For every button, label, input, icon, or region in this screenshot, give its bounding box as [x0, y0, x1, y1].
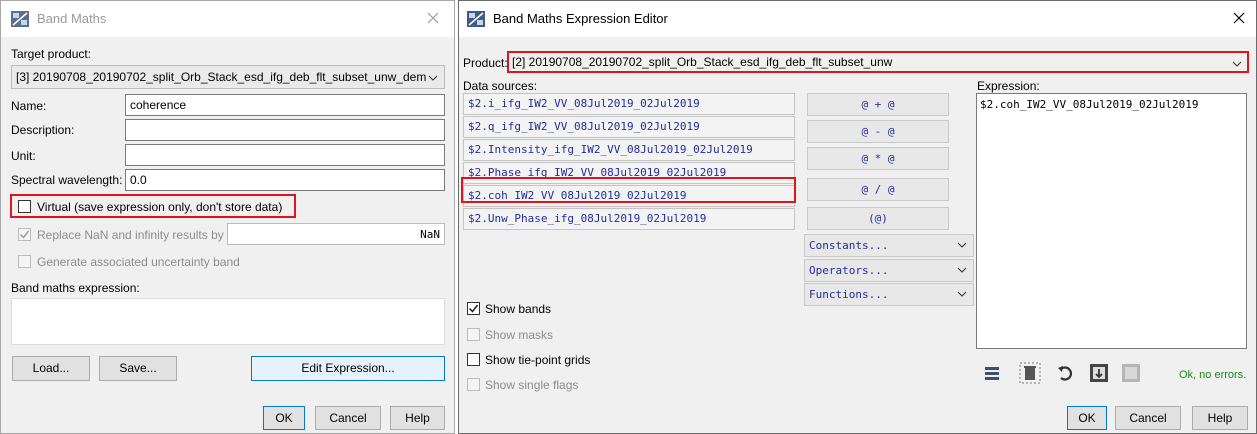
- spectral-wavelength-field[interactable]: 0.0: [125, 169, 445, 191]
- operators-label: Operators...: [809, 264, 889, 277]
- name-value: coherence: [130, 98, 187, 112]
- cancel-label: Cancel: [329, 411, 367, 425]
- spectral-wavelength-label: Spectral wavelength:: [11, 173, 123, 187]
- expression-editor-label: Expression:: [977, 79, 1040, 93]
- band-maths-app-icon: [11, 11, 29, 27]
- editor-help-button[interactable]: Help: [1192, 406, 1248, 430]
- show-masks-label: Show masks: [485, 328, 554, 342]
- help-label: Help: [405, 411, 430, 425]
- import-icon[interactable]: [1088, 362, 1110, 384]
- target-product-value: [3] 20190708_20190702_split_Orb_Stack_es…: [16, 70, 427, 84]
- close-icon[interactable]: [1231, 10, 1247, 26]
- name-field[interactable]: coherence: [125, 94, 445, 116]
- replace-nan-label: Replace NaN and infinity results by: [37, 228, 224, 242]
- functions-label: Functions...: [809, 288, 889, 301]
- checkmark-icon: [468, 304, 479, 313]
- expression-editor-dialog: Band Maths Expression Editor Product: [2…: [458, 0, 1257, 434]
- virtual-label: Virtual (save expression only, don't sto…: [37, 200, 283, 214]
- load-button[interactable]: Load...: [12, 356, 90, 381]
- ok-label: OK: [275, 411, 293, 425]
- band-maths-dialog: Band Maths Target product: [3] 20190708_…: [0, 0, 455, 434]
- name-label: Name:: [11, 99, 47, 113]
- load-button-label: Load...: [32, 361, 70, 375]
- replace-nan-field[interactable]: NaN: [227, 223, 445, 245]
- show-tiepoint-label: Show tie-point grids: [485, 353, 591, 367]
- checkmark-icon: [19, 230, 30, 239]
- constants-label: Constants...: [809, 239, 889, 252]
- replace-nan-checkbox[interactable]: [18, 228, 31, 241]
- description-label: Description:: [11, 123, 75, 137]
- expression-area[interactable]: [11, 298, 445, 345]
- data-source-item[interactable]: $2.i_ifg_IW2_VV_08Jul2019_02Jul2019: [463, 93, 795, 115]
- save-button-label: Save...: [119, 361, 157, 375]
- multiply-operator-button[interactable]: @ * @: [807, 147, 949, 170]
- product-value: [2] 20190708_20190702_split_Orb_Stack_es…: [512, 55, 893, 69]
- editor-ok-button[interactable]: OK: [1067, 406, 1107, 430]
- data-sources-label: Data sources:: [463, 79, 538, 93]
- product-select[interactable]: [2] 20190708_20190702_split_Orb_Stack_es…: [510, 53, 1246, 71]
- history-icon[interactable]: [983, 364, 1003, 384]
- spectral-wavelength-value: 0.0: [130, 173, 147, 187]
- target-product-select[interactable]: [3] 20190708_20190702_split_Orb_Stack_es…: [11, 65, 445, 89]
- uncertainty-label: Generate associated uncertainty band: [37, 255, 240, 269]
- editor-help-label: Help: [1207, 411, 1233, 425]
- help-button[interactable]: Help: [390, 406, 445, 430]
- chevron-down-icon: [957, 285, 967, 306]
- edit-expression-button[interactable]: Edit Expression...: [251, 356, 445, 381]
- chevron-down-icon: [428, 72, 438, 86]
- editor-window-title: Band Maths Expression Editor: [493, 11, 668, 26]
- chevron-down-icon: [957, 236, 967, 257]
- delete-icon[interactable]: [1019, 362, 1041, 384]
- unit-label: Unit:: [11, 149, 36, 163]
- editor-ok-label: OK: [1078, 411, 1096, 425]
- status-text: Ok, no errors.: [1179, 369, 1247, 381]
- add-operator-button[interactable]: @ + @: [807, 93, 949, 116]
- data-source-item[interactable]: $2.Intensity_ifg_IW2_VV_08Jul2019_02Jul2…: [463, 139, 795, 161]
- coh-band-highlight: [461, 177, 796, 203]
- show-bands-checkbox[interactable]: [467, 302, 480, 315]
- expression-text-area[interactable]: $2.coh_IW2_VV_08Jul2019_02Jul2019: [976, 93, 1247, 349]
- product-label: Product:: [463, 56, 508, 70]
- replace-nan-value: NaN: [420, 228, 440, 241]
- edit-expression-label: Edit Expression...: [301, 361, 395, 375]
- chevron-down-icon: [957, 261, 967, 282]
- parentheses-operator-button[interactable]: (@): [807, 207, 949, 230]
- unit-field[interactable]: [125, 144, 445, 166]
- show-flags-label: Show single flags: [485, 378, 579, 392]
- data-source-item[interactable]: $2.q_ifg_IW2_VV_08Jul2019_02Jul2019: [463, 116, 795, 138]
- uncertainty-checkbox[interactable]: [18, 255, 31, 268]
- show-flags-checkbox[interactable]: [467, 378, 480, 391]
- target-product-label: Target product:: [11, 47, 92, 61]
- editor-cancel-button[interactable]: Cancel: [1115, 406, 1181, 430]
- functions-dropdown[interactable]: Functions...: [804, 283, 974, 306]
- ok-button[interactable]: OK: [263, 406, 305, 430]
- subtract-operator-button[interactable]: @ - @: [807, 120, 949, 143]
- undo-icon[interactable]: [1056, 363, 1076, 383]
- save-button[interactable]: Save...: [99, 356, 177, 381]
- show-tiepoint-checkbox[interactable]: [467, 353, 480, 366]
- description-field[interactable]: [125, 119, 445, 141]
- show-bands-label: Show bands: [485, 302, 552, 316]
- chevron-down-icon: [1232, 58, 1242, 72]
- show-masks-checkbox[interactable]: [467, 328, 480, 341]
- expression-label: Band maths expression:: [11, 281, 140, 295]
- title-bar: Band Maths: [1, 1, 454, 37]
- operators-dropdown[interactable]: Operators...: [804, 259, 974, 282]
- band-maths-app-icon: [467, 11, 485, 27]
- virtual-checkbox[interactable]: [18, 200, 31, 213]
- constants-dropdown[interactable]: Constants...: [804, 234, 974, 257]
- cancel-button[interactable]: Cancel: [315, 406, 381, 430]
- editor-cancel-label: Cancel: [1129, 411, 1167, 425]
- window-title: Band Maths: [37, 11, 107, 26]
- editor-title-bar: Band Maths Expression Editor: [459, 1, 1256, 37]
- expression-text: $2.coh_IW2_VV_08Jul2019_02Jul2019: [980, 98, 1199, 111]
- divide-operator-button[interactable]: @ / @: [807, 178, 949, 201]
- export-icon[interactable]: [1120, 362, 1142, 384]
- data-source-item[interactable]: $2.Unw_Phase_ifg_08Jul2019_02Jul2019: [463, 208, 795, 230]
- close-icon[interactable]: [425, 10, 441, 26]
